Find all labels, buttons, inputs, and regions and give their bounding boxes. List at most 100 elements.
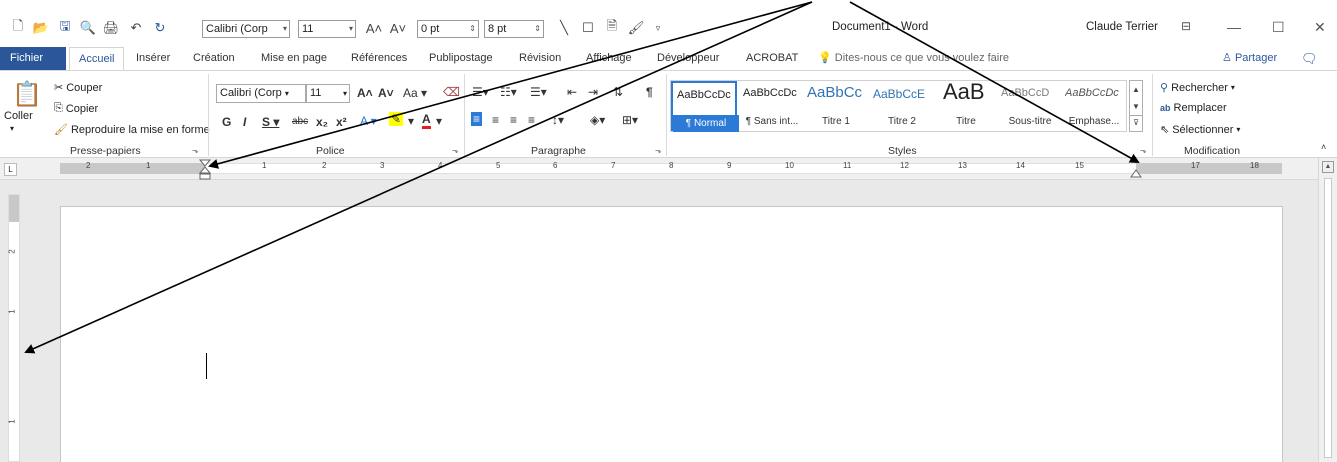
shading-icon[interactable]: ◈▾ [590,113,605,127]
tab-inserer[interactable]: Insérer [136,47,170,70]
show-formatting-marks-icon[interactable]: ¶ [646,85,653,99]
spacing-after-field[interactable]: 8 pt ⇕ [484,20,544,38]
clear-formatting-icon[interactable]: ⌫ [443,85,460,99]
tab-references[interactable]: Références [351,47,407,70]
minimize-icon[interactable]: — [1227,19,1241,35]
spacing-before-field[interactable]: 0 pt ⇕ [417,20,479,38]
sort-icon[interactable]: ⇅ [613,85,623,99]
style-titre[interactable]: AaB Titre [933,79,999,131]
dialog-launcher-icon[interactable]: ⬎ [1140,146,1147,155]
style-sans-interligne[interactable]: AaBbCcDc ¶ Sans int... [739,81,805,131]
line-tool-icon[interactable]: ╲ [556,20,572,36]
justify-icon[interactable]: ≡ [528,113,535,127]
dialog-launcher-icon[interactable]: ⬎ [655,146,662,155]
style-titre-1[interactable]: AaBbCc Titre 1 [803,81,869,131]
comments-icon[interactable]: 🗨 [1301,47,1318,70]
numbering-icon[interactable]: ☷▾ [500,85,517,99]
highlight-color-icon[interactable]: ✎ [389,112,404,126]
text-effects-icon[interactable]: A ▾ [360,114,377,128]
superscript-icon[interactable]: x² [336,115,347,129]
cut-button[interactable]: ✂ Couper [54,81,102,95]
highlight-dropdown-icon[interactable]: ▾ [408,114,414,128]
font-color-icon[interactable]: A [422,113,431,129]
multilevel-list-icon[interactable]: ☰▾ [530,85,547,99]
print-preview-icon[interactable]: 🔍 [80,20,96,36]
tab-accueil[interactable]: Accueil [69,47,125,71]
tell-me-box[interactable]: 💡 Dites-nous ce que vous voulez faire [818,47,1009,70]
paste-button[interactable]: Coller [4,110,33,122]
vertical-scrollbar[interactable]: ▲ [1318,158,1337,462]
style-sous-titre[interactable]: AaBbCcD Sous-titre [997,81,1063,131]
tab-publipostage[interactable]: Publipostage [429,47,493,70]
style-titre-2[interactable]: AaBbCcE Titre 2 [869,81,935,131]
subscript-icon[interactable]: x₂ [316,115,328,129]
close-icon[interactable]: ✕ [1314,19,1326,36]
bold-icon[interactable]: G [222,115,231,129]
ribbon-display-options-icon[interactable]: ⊟ [1181,19,1191,33]
save-icon[interactable]: 🖫 [57,18,73,36]
qat-font-name-field[interactable]: Calibri (Corp ▾ [202,20,290,38]
gallery-more-icon[interactable]: ⊽ [1130,115,1142,131]
format-painter-button[interactable]: 🖌 Reproduire la mise en forme [54,123,210,137]
font-name-dropdown[interactable]: Calibri (Corp ▾ [216,84,306,103]
paste-dropdown-icon[interactable]: ▾ [10,124,14,133]
tab-selector-button[interactable]: L [4,163,17,176]
align-right-icon[interactable]: ≡ [510,113,517,127]
rectangle-tool-icon[interactable]: ☐ [580,20,596,36]
scroll-up-arrow-icon[interactable]: ▲ [1322,161,1334,173]
tab-affichage[interactable]: Affichage [586,47,632,70]
bullets-icon[interactable]: ☰▾ [472,85,489,99]
quick-print-icon[interactable]: 🖨 [103,20,120,36]
align-left-icon[interactable]: ≡ [471,112,483,126]
underline-icon[interactable]: S ▾ [262,115,279,129]
italic-icon[interactable]: I [243,115,246,129]
shrink-font-icon[interactable]: A˅ [390,20,406,36]
font-size-dropdown[interactable]: 11 ▾ [306,84,350,103]
align-center-icon[interactable]: ≡ [492,113,499,127]
customize-qat-icon[interactable]: ▿ [650,20,666,36]
document-page[interactable] [60,206,1283,462]
right-indent-marker-icon[interactable] [1130,167,1142,179]
user-name[interactable]: Claude Terrier [1086,21,1158,33]
maximize-icon[interactable]: ☐ [1272,19,1285,36]
tab-revision[interactable]: Révision [519,47,561,70]
scroll-up-icon[interactable]: ▲ [1130,81,1142,98]
dialog-launcher-icon[interactable]: ⬎ [452,146,459,155]
undo-icon[interactable]: ↶ [128,20,144,36]
styles-gallery-scroll[interactable]: ▲ ▼ ⊽ [1129,80,1143,132]
qat-font-size-field[interactable]: 11 ▾ [298,20,356,38]
copy-button[interactable]: ⎘ Copier [54,102,98,115]
tab-mise-en-page[interactable]: Mise en page [261,47,327,70]
style-emphase[interactable]: AaBbCcDc Emphase... [1061,81,1127,131]
scrollbar-thumb[interactable] [1324,178,1332,458]
grow-font-icon[interactable]: A˄ [366,20,382,36]
decrease-indent-icon[interactable]: ⇤ [567,85,577,99]
find-button[interactable]: ⚲ Rechercher ▾ [1160,81,1235,95]
redo-icon[interactable]: ↻ [152,20,168,36]
collapse-ribbon-icon[interactable]: ˄ [1321,142,1326,152]
page-setup-icon[interactable]: 🗎 [604,18,620,36]
open-folder-icon[interactable]: 📂 [33,20,49,36]
line-spacing-icon[interactable]: ↕▾ [552,113,564,127]
tab-developpeur[interactable]: Développeur [657,47,719,70]
paste-icon[interactable]: 📋 [12,80,42,109]
style-normal[interactable]: AaBbCcDc ¶ Normal [671,81,739,132]
shrink-font-icon[interactable]: A˅ [378,86,394,100]
strikethrough-icon[interactable]: abc [292,116,308,127]
replace-button[interactable]: ab Remplacer [1160,102,1227,114]
change-case-button[interactable]: Aa ▾ [403,86,427,100]
grow-font-icon[interactable]: A˄ [357,86,373,100]
share-button[interactable]: ♙ Partager [1222,47,1277,70]
tab-acrobat[interactable]: ACROBAT [746,47,798,70]
new-document-icon[interactable]: 🗋 [10,18,26,36]
borders-icon[interactable]: ⊞▾ [622,113,638,127]
tab-creation[interactable]: Création [193,47,235,70]
left-indent-marker-icon[interactable] [199,159,211,180]
scroll-down-icon[interactable]: ▼ [1130,98,1142,115]
font-color-dropdown-icon[interactable]: ▾ [436,114,442,128]
increase-indent-icon[interactable]: ⇥ [588,85,598,99]
tab-fichier[interactable]: Fichier [0,47,66,70]
select-button[interactable]: ⇖ Sélectionner ▾ [1160,123,1240,137]
dialog-launcher-icon[interactable]: ⬎ [192,146,199,155]
format-painter-qat-icon[interactable]: 🖌 [628,20,645,36]
